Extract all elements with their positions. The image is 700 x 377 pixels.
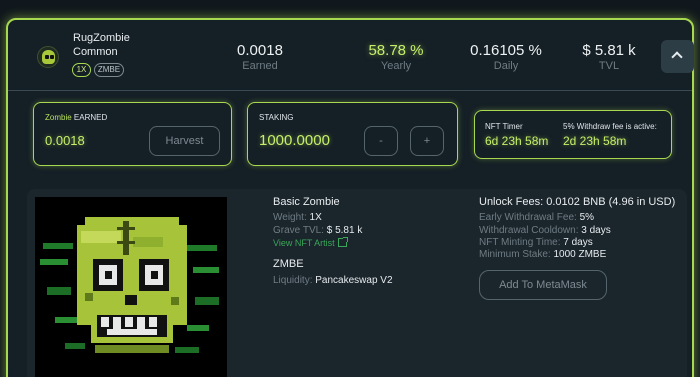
view-nft-artist-label: View NFT Artist xyxy=(273,238,335,248)
external-link-icon xyxy=(337,237,348,247)
weight-value: 1X xyxy=(309,212,322,223)
grave-tvl-value: $ 5.81 k xyxy=(326,225,363,236)
min-stake-value: 1000 ZMBE xyxy=(553,249,607,260)
earned-card-title: Zombie EARNED xyxy=(45,113,107,123)
staking-card: STAKING 1000.0000 - + xyxy=(247,102,458,166)
cooldown-value: 3 days xyxy=(581,225,611,236)
min-stake-label: Minimum Stake: xyxy=(479,249,551,260)
unlock-fees: Unlock Fees: 0.0102 BNB (4.96 in USD) xyxy=(479,196,676,208)
view-nft-artist-link[interactable]: View NFT Artist xyxy=(273,237,348,249)
pool-name: RugZombie xyxy=(73,32,130,44)
zombie-skull-icon xyxy=(35,197,227,377)
liquidity-row: Liquidity: Pancakeswap V2 xyxy=(273,275,393,287)
liquidity-value: Pancakeswap V2 xyxy=(315,275,393,286)
minting-label: NFT Minting Time: xyxy=(479,237,561,248)
stat-yearly-value: 58.78 % xyxy=(368,42,424,59)
weight-label: Weight: xyxy=(273,212,307,223)
minting-value: 7 days xyxy=(563,237,593,248)
staked-amount: 1000.0000 xyxy=(259,132,330,149)
stake-button[interactable]: + xyxy=(410,126,444,156)
withdraw-fee-label: 5% Withdraw fee is active: xyxy=(563,122,657,131)
grave-tvl-label: Grave TVL: xyxy=(273,225,324,236)
stat-earned-label: Earned xyxy=(242,60,278,72)
stat-tvl: $ 5.81 k TVL xyxy=(574,42,644,72)
staking-card-title: STAKING xyxy=(259,113,294,122)
early-fee-value: 5% xyxy=(579,212,595,223)
zombie-token-avatar xyxy=(37,46,59,68)
withdraw-fee-timer: 2d 23h 58m xyxy=(563,134,627,148)
token-badge: ZMBE xyxy=(94,63,124,77)
stat-earned: 0.0018 Earned xyxy=(224,42,296,72)
skull-eye xyxy=(45,55,49,59)
nft-timer-value: 6d 23h 58m xyxy=(485,134,549,148)
add-to-metamask-button[interactable]: Add To MetaMask xyxy=(479,270,607,300)
harvest-button[interactable]: Harvest xyxy=(149,126,220,156)
earned-amount: 0.0018 xyxy=(45,133,85,148)
stat-tvl-value: $ 5.81 k xyxy=(582,42,636,59)
cooldown-label: Withdrawal Cooldown: xyxy=(479,225,579,236)
stat-earned-value: 0.0018 xyxy=(237,42,283,59)
collapse-toggle-button[interactable] xyxy=(661,40,694,73)
earned-title-rest: EARNED xyxy=(71,113,108,122)
skull-eye xyxy=(50,55,54,59)
unstake-button[interactable]: - xyxy=(364,126,398,156)
minting-row: NFT Minting Time: 7 days xyxy=(479,237,593,249)
header-divider xyxy=(8,90,692,91)
stat-daily-value: 0.16105 % xyxy=(470,42,542,59)
multiplier-badge: 1X xyxy=(72,63,91,77)
earned-card: Zombie EARNED 0.0018 Harvest xyxy=(33,102,232,166)
liquidity-label: Liquidity: xyxy=(273,275,313,286)
nft-name: Basic Zombie xyxy=(273,196,340,208)
stat-daily-label: Daily xyxy=(493,60,519,72)
cooldown-row: Withdrawal Cooldown: 3 days xyxy=(479,225,611,237)
early-fee-label: Early Withdrawal Fee: xyxy=(479,212,577,223)
min-stake-row: Minimum Stake: 1000 ZMBE xyxy=(479,249,606,261)
nft-artwork xyxy=(35,197,227,377)
weight-row: Weight: 1X xyxy=(273,212,322,224)
nft-timer-label: NFT Timer xyxy=(485,122,523,131)
stat-tvl-label: TVL xyxy=(598,60,620,72)
timer-card: NFT Timer 6d 23h 58m 5% Withdraw fee is … xyxy=(474,110,672,159)
early-fee-row: Early Withdrawal Fee: 5% xyxy=(479,212,594,224)
stat-yearly: 58.78 % Yearly xyxy=(356,42,436,72)
grave-tvl-row: Grave TVL: $ 5.81 k xyxy=(273,225,362,237)
stat-yearly-label: Yearly xyxy=(380,60,412,72)
earned-title-accent: Zombie xyxy=(45,113,72,122)
stat-daily: 0.16105 % Daily xyxy=(463,42,549,72)
pool-rarity: Common xyxy=(73,46,118,58)
token-name: ZMBE xyxy=(273,258,304,270)
chevron-up-icon xyxy=(671,51,683,63)
